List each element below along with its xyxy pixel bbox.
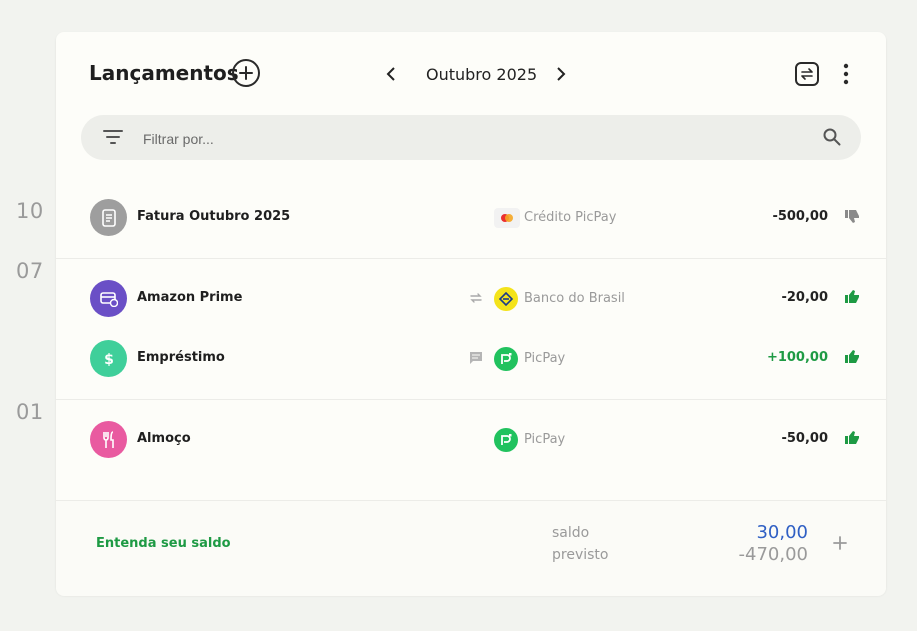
saldo-value: 30,00 [756,522,808,543]
search-icon[interactable] [823,128,841,151]
account-name: PicPay [524,351,566,366]
filter-icon[interactable] [103,129,123,150]
balance-footer: Entenda seu saldo saldo previsto 30,00 -… [56,500,886,596]
thumb-up-icon[interactable] [844,289,860,310]
add-transaction-button[interactable] [232,59,260,87]
fork-knife-icon [90,421,127,458]
chevron-right-icon [557,67,566,81]
day-label-01: 01 [16,400,44,424]
filter-bar [81,115,861,160]
repeat-icon [469,291,483,310]
thumb-up-icon[interactable] [844,349,860,370]
transaction-description: Amazon Prime [137,290,243,305]
dollar-icon: $ [90,340,127,377]
comment-icon [469,351,483,370]
transaction-amount: -500,00 [772,209,828,224]
transaction-amount: -50,00 [781,431,828,446]
account-name: Banco do Brasil [524,291,625,306]
card-header: Lançamentos Outubro 2025 [56,32,886,116]
previsto-label: previsto [552,547,609,563]
transaction-row[interactable]: $ Empréstimo PicPay +100,00 [56,329,886,389]
day-divider [56,399,886,400]
transfer-icon [801,68,813,80]
page-title: Lançamentos [89,61,239,85]
transactions-card: Lançamentos Outubro 2025 Fatura Ou [56,32,886,596]
picpay-logo [494,347,518,371]
transaction-row[interactable]: Amazon Prime Banco do Brasil -20,00 [56,269,886,329]
plus-icon [833,536,847,550]
previous-month-button[interactable] [382,65,400,83]
account-name: PicPay [524,432,566,447]
mastercard-logo [494,208,520,228]
transaction-description: Almoço [137,431,191,446]
thumb-down-icon[interactable] [844,208,860,229]
invoice-icon [90,199,127,236]
current-month[interactable]: Outubro 2025 [426,65,537,84]
banco-do-brasil-logo [494,287,518,311]
picpay-logo [494,428,518,452]
transaction-amount: +100,00 [766,350,828,365]
day-label-10: 10 [16,199,44,223]
saldo-label: saldo [552,525,590,541]
previsto-value: -470,00 [738,544,808,565]
next-month-button[interactable] [552,65,570,83]
chevron-left-icon [386,67,395,81]
thumb-up-icon[interactable] [844,430,860,451]
transaction-description: Fatura Outubro 2025 [137,209,291,224]
account-name: Crédito PicPay [524,210,617,225]
filter-input[interactable] [141,127,785,151]
svg-text:$: $ [104,352,114,367]
expand-balance-button[interactable] [832,535,848,551]
day-divider [56,258,886,259]
transaction-amount: -20,00 [781,290,828,305]
subscription-icon [90,280,127,317]
transaction-description: Empréstimo [137,350,225,365]
understand-balance-link[interactable]: Entenda seu saldo [96,536,231,551]
transfer-button[interactable] [795,62,819,86]
plus-icon [239,66,253,80]
transaction-row[interactable]: Fatura Outubro 2025 Crédito PicPay -500,… [56,188,886,248]
more-options-button[interactable] [836,62,856,86]
transaction-row[interactable]: Almoço PicPay -50,00 [56,410,886,470]
day-label-07: 07 [16,259,44,283]
more-vertical-icon [843,63,849,85]
